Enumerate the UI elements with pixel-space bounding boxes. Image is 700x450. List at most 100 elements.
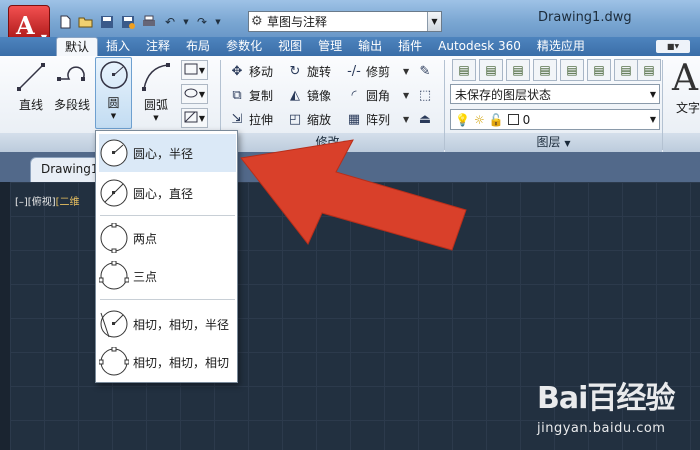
circle-tan-tan-tan-icon [99, 347, 129, 377]
mirror-button[interactable]: ◭ 镜像 [286, 86, 331, 105]
line-button[interactable]: 直线 [14, 60, 48, 113]
rotate-button[interactable]: ↻ 旋转 [286, 62, 331, 81]
layer-properties-button[interactable]: ▤ [452, 59, 476, 81]
hatch-button[interactable]: ▼ [181, 108, 208, 128]
explode-button[interactable]: ⬚ [416, 86, 434, 105]
circle-tan-tan-radius-icon [99, 309, 129, 339]
save-as-icon[interactable] [119, 13, 137, 31]
layers-panel-title-bar[interactable]: 图层 ▼ [445, 133, 662, 152]
menu-item-label: 三点 [133, 269, 158, 284]
move-button[interactable]: ✥ 移动 [228, 62, 273, 81]
polyline-icon [55, 60, 89, 94]
menu-item-center-radius[interactable]: 圆心，半径 [99, 134, 236, 172]
fillet-button[interactable]: ◜ 圆角 ▼ [345, 86, 409, 105]
save-icon[interactable] [98, 13, 116, 31]
print-icon[interactable] [140, 13, 158, 31]
chevron-down-icon: ▼ [153, 114, 159, 122]
viewport-controls[interactable]: [–][俯视][二维 [15, 193, 80, 208]
lightbulb-icon: 💡 [455, 112, 470, 127]
layer-unisolate-button[interactable]: ▤ [560, 59, 584, 81]
menu-item-label: 圆心，直径 [133, 186, 194, 201]
text-button[interactable]: 文字 [676, 99, 700, 116]
circle-3-point-icon [99, 261, 129, 291]
stretch-button[interactable]: ⇲ 拉伸 [228, 110, 273, 129]
redo-dropdown-icon[interactable]: ▼ [214, 13, 222, 31]
open-icon[interactable] [77, 13, 95, 31]
tab-autodesk-360[interactable]: Autodesk 360 [430, 37, 529, 56]
mirror-label: 镜像 [307, 89, 332, 103]
stretch-label: 拉伸 [249, 113, 274, 127]
tab-annotate[interactable]: 注释 [138, 37, 178, 56]
erase-button[interactable]: ✎ [416, 62, 434, 81]
polyline-button[interactable]: 多段线 [54, 60, 90, 113]
tab-parametric[interactable]: 参数化 [218, 37, 270, 56]
array-label: 阵列 [366, 113, 391, 127]
menu-item-2-point[interactable]: 两点 [99, 219, 236, 257]
ellipse-button[interactable]: ▼ [181, 84, 208, 104]
annotation-panel-title-bar[interactable] [663, 133, 700, 152]
line-label: 直线 [18, 98, 43, 112]
modify-panel-title-bar[interactable]: 修改 ▼ [221, 133, 444, 152]
layer-state-select[interactable]: 未保存的图层状态 ▼ [450, 84, 660, 104]
chevron-down-icon: ▼ [403, 67, 410, 76]
visual-style-label[interactable]: [二维 [56, 197, 80, 208]
tab-output[interactable]: 输出 [350, 37, 390, 56]
layer-freeze-button[interactable]: ▤ [587, 59, 611, 81]
stretch-icon: ⇲ [231, 112, 243, 127]
layer-match-icon: ▤ [485, 63, 497, 77]
layers-panel-title: 图层 [536, 135, 561, 149]
tab-drawing1[interactable]: Drawing1 [30, 157, 100, 182]
undo-dropdown-icon[interactable]: ▼ [182, 13, 190, 31]
move-icon: ✥ [231, 64, 243, 79]
layer-previous-button[interactable]: ▤ [506, 59, 530, 81]
chevron-down-icon: ▼ [649, 115, 656, 124]
menu-separator [100, 215, 235, 216]
workspace-selector[interactable]: ⚙ 草图与注释 ▼ [248, 11, 442, 32]
layer-lock-button[interactable]: ▤ [637, 59, 661, 81]
array-button[interactable]: ▦ 阵列 ▼ [345, 110, 409, 129]
layer-previous-icon: ▤ [512, 63, 524, 77]
circle-center-radius-icon [99, 138, 129, 168]
offset-button[interactable]: ⏏ [416, 110, 434, 129]
layer-isolate-button[interactable]: ▤ [533, 59, 557, 81]
viewport-view-label[interactable]: [–][俯视] [15, 197, 56, 208]
circle-button[interactable]: 圆 ▼ [95, 57, 132, 129]
menu-item-tan-tan-radius[interactable]: 相切，相切，半径 [99, 305, 236, 343]
copy-icon: ⧉ [232, 88, 242, 103]
quick-access-toolbar: ↶ ▼ ↷ ▼ [56, 11, 222, 33]
redo-icon[interactable]: ↷ [193, 13, 211, 31]
tab-home[interactable]: 默认 [56, 37, 99, 56]
menu-item-center-diameter[interactable]: 圆心，直径 [99, 174, 236, 212]
rotate-label: 旋转 [307, 65, 332, 79]
fillet-label: 圆角 [366, 89, 391, 103]
tab-layout[interactable]: 布局 [178, 37, 218, 56]
menu-item-label: 圆心，半径 [133, 146, 194, 161]
trim-button[interactable]: -/- 修剪 ▼ [345, 62, 409, 81]
chevron-down-icon: ▼ [674, 43, 680, 50]
tab-manage[interactable]: 管理 [310, 37, 350, 56]
layer-off-button[interactable]: ▤ [614, 59, 638, 81]
tab-insert[interactable]: 插入 [98, 37, 138, 56]
scale-button[interactable]: ◰ 缩放 [286, 110, 331, 129]
rotate-icon: ↻ [289, 64, 301, 79]
menu-item-tan-tan-tan[interactable]: 相切，相切，相切 [99, 343, 236, 381]
layer-select[interactable]: 💡 ☼ 🔓 0 ▼ [450, 109, 660, 130]
tab-plugins[interactable]: 插件 [390, 37, 430, 56]
layer-match-button[interactable]: ▤ [479, 59, 503, 81]
undo-icon[interactable]: ↶ [161, 13, 179, 31]
autocad-logo-icon: A [16, 11, 35, 40]
tab-view[interactable]: 视图 [270, 37, 310, 56]
new-icon[interactable] [56, 13, 74, 31]
rectangle-button[interactable]: ▼ [181, 60, 208, 80]
chevron-down-icon: ▼ [198, 65, 205, 75]
explode-icon: ⬚ [418, 88, 432, 103]
menu-item-3-point[interactable]: 三点 [99, 257, 236, 295]
copy-button[interactable]: ⧉ 复制 [228, 86, 273, 105]
layer-state-value: 未保存的图层状态 [455, 87, 552, 102]
chevron-down-icon[interactable]: ▼ [427, 12, 441, 31]
document-title: Drawing1.dwg [538, 10, 632, 25]
arc-button[interactable]: 圆弧 ▼ [139, 60, 173, 122]
chevron-down-icon: ▼ [564, 139, 571, 148]
tab-featured-apps[interactable]: 精选应用 [529, 37, 593, 56]
ribbon-options-button[interactable]: ■ ▼ [656, 40, 690, 53]
